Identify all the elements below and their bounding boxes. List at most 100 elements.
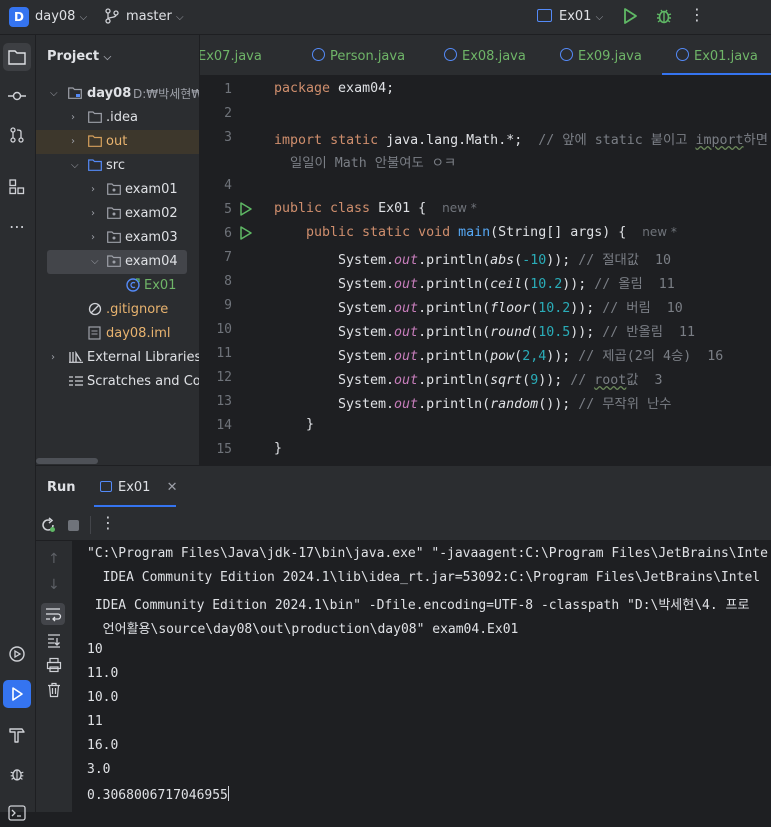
code-text: System. [338,397,395,412]
pull-requests-tool-button[interactable] [3,121,31,149]
line-number: 14 [216,418,232,433]
console-output[interactable]: "C:\Program Files\Java\jdk-17\bin\java.e… [72,541,771,812]
chevron-down-icon: ⌵ [103,52,112,63]
code-editor[interactable]: 1 2 3 4 5 6 7 8 9 10 11 12 13 14 15 pack… [200,76,771,465]
trash-icon[interactable] [46,682,62,698]
tree-item-label: day08.iml [106,326,171,341]
author-hint[interactable]: new * [442,201,477,215]
more-tools-button[interactable]: ⋯ [3,212,31,240]
chevron-right-icon: › [51,352,55,363]
tree-item-day08[interactable]: ⌵ day08 D:₩박세현₩ [36,82,199,106]
tab-ex09[interactable]: Ex09.java [560,35,642,75]
chevron-down-icon: ⌵ [50,88,58,99]
arrow-up-icon[interactable]: ↑ [48,551,60,567]
author-hint[interactable]: new * [642,225,677,239]
code-text: .println( [418,301,491,316]
run-config-name: Ex01 [559,9,592,24]
run-panel-title: Run [47,480,76,495]
static-call: round [490,325,531,340]
tree-item-exam02[interactable]: › exam02 [36,202,199,226]
tree-item-src[interactable]: ⌵ src [36,154,199,178]
rerun-icon[interactable] [40,517,56,533]
number-literal: -10 [522,253,547,268]
console-command-line: IDEA Community Edition 2024.1\bin" -Dfil… [87,598,750,613]
field: out [394,373,419,388]
chevron-right-icon: › [91,208,95,219]
gutter-run-icon[interactable] [239,202,253,216]
soft-wrap-button[interactable] [41,603,65,625]
run-panel: Run Ex01 ✕ ⋮ ↑ ↓ "C:\Program Files\Java\… [36,466,771,812]
tab-label: Ex09.java [578,49,642,64]
tab-label: Ex07.java [200,49,262,64]
tab-ex01[interactable]: Ex01.java [676,35,758,75]
tab-label: Person.java [330,49,406,64]
tree-item-ex01[interactable]: Ex01 [36,274,199,298]
chevron-right-icon: › [71,136,75,147]
close-icon[interactable]: ✕ [167,480,178,495]
git-branch-icon [105,8,119,24]
run-button[interactable] [620,6,640,26]
commit-tool-button[interactable] [3,82,31,110]
arrow-down-icon[interactable]: ↓ [48,577,60,593]
project-tool-button[interactable] [3,43,31,71]
libraries-icon [69,351,83,363]
tree-item-out[interactable]: › out [36,130,199,154]
tree-item-iml[interactable]: day08.iml [36,322,199,346]
code-line-13: System.out.println(random()); // 무작위 난수 [338,397,672,412]
console-output-line: 16.0 [87,738,119,753]
tab-ex07[interactable]: Ex07.java [200,35,262,75]
branch-switcher[interactable]: master ⌵ [126,9,184,24]
tree-item-external-libraries[interactable]: › External Libraries [36,346,199,370]
project-badge[interactable]: D [9,7,29,27]
tree-item-idea[interactable]: › .idea [36,106,199,130]
line-number: 8 [224,274,232,289]
tree-item-label: exam04 [125,254,178,269]
tree-item-label: Ex01 [144,278,177,293]
project-panel-title[interactable]: Project ⌵ [47,49,111,64]
gutter-run-icon[interactable] [239,226,253,240]
print-icon[interactable] [46,657,62,673]
line-number: 3 [224,130,232,145]
tab-person[interactable]: Person.java [312,35,405,75]
project-switcher[interactable]: day08 ⌵ [35,9,87,24]
code-line-3: import static java.lang.Math.*; // 앞에 st… [274,129,768,148]
code-text: System. [338,277,395,292]
build-tool-button[interactable] [3,721,31,749]
tree-item-exam04[interactable]: ⌵ exam04 [36,250,199,274]
method-name: main [458,225,491,240]
more-options-icon[interactable]: ⋮ [100,513,116,532]
tab-ex08[interactable]: Ex08.java [444,35,526,75]
terminal-tool-button[interactable] [3,799,31,827]
services-icon [9,646,25,662]
run-toolbar: ⋮ [36,510,771,541]
scroll-to-end-icon[interactable] [46,632,62,648]
scrollbar-thumb[interactable] [36,458,98,464]
more-actions-button[interactable]: ⋮ [689,5,705,27]
code-text: .println( [418,349,491,364]
code-line-6: public static void main(String[] args) {… [306,225,677,240]
chevron-down-icon: ⌵ [595,12,604,23]
line-number: 11 [216,346,232,361]
debug-tool-button[interactable] [3,760,31,788]
field: out [394,253,419,268]
comment-wrap: 일일이 Math 안불여도 ㅇㅋ [274,156,457,171]
active-tab-indicator [94,505,176,507]
tree-item-exam03[interactable]: › exam03 [36,226,199,250]
run-tab-ex01[interactable]: Ex01 ✕ [100,480,178,495]
run-config-selector[interactable]: Ex01 ⌵ [559,9,603,24]
debug-button[interactable] [654,6,674,26]
tree-item-label: External Libraries [87,350,199,365]
services-tool-button[interactable] [3,640,31,668]
title-bar: D day08 ⌵ master ⌵ Ex01 ⌵ ⋮ [0,0,771,35]
tree-item-scratches[interactable]: Scratches and Con [36,370,199,394]
stop-icon[interactable] [68,520,79,531]
code-text: System. [338,349,395,364]
structure-tool-button[interactable] [3,173,31,201]
tree-item-label: .gitignore [106,302,169,317]
run-tool-button[interactable] [3,680,31,708]
run-config-icon [537,9,552,22]
run-icon [12,687,23,701]
package-icon [107,231,121,243]
tree-item-exam01[interactable]: › exam01 [36,178,199,202]
tree-item-gitignore[interactable]: .gitignore [36,298,199,322]
